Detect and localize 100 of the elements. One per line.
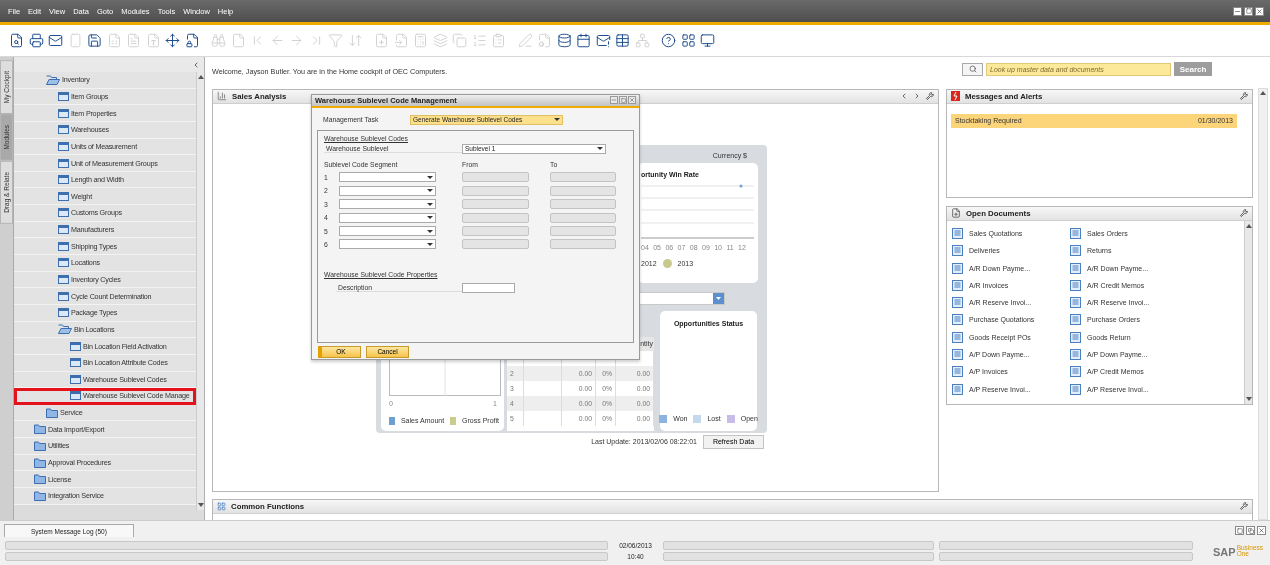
wrench-icon[interactable]	[1240, 209, 1248, 218]
caret-icon	[427, 175, 433, 179]
description-field[interactable]	[462, 283, 515, 294]
table-icon[interactable]	[615, 33, 631, 48]
segment-dropdown[interactable]	[339, 199, 436, 210]
document-list-icon	[952, 331, 963, 343]
next-icon[interactable]	[913, 92, 921, 101]
alert-icon	[951, 91, 960, 102]
form-icon	[70, 391, 81, 401]
document-list-icon	[1070, 227, 1081, 239]
scrollbar[interactable]	[1244, 220, 1252, 404]
restore-icon	[1245, 8, 1252, 14]
document-list-icon	[952, 262, 963, 274]
form-icon	[58, 291, 69, 301]
segment-dropdown[interactable]	[339, 185, 436, 196]
move-arrows-icon[interactable]	[165, 33, 181, 48]
mail-alert-icon[interactable]	[595, 33, 611, 48]
document-list-icon	[952, 245, 963, 257]
document-list-icon	[952, 314, 963, 326]
maximize-button[interactable]	[619, 96, 627, 105]
minimize-icon	[611, 97, 617, 104]
restore-button[interactable]	[1244, 6, 1253, 16]
document-list-icon	[952, 227, 963, 239]
document-list-icon	[952, 383, 963, 395]
document-list-icon	[1070, 349, 1081, 360]
segment-dropdown[interactable]	[339, 172, 436, 183]
document-list-icon	[1070, 262, 1081, 274]
functions-icon	[217, 501, 226, 511]
document-icon	[951, 208, 961, 219]
print-icon[interactable]	[28, 33, 44, 48]
scrollbar[interactable]	[1258, 88, 1268, 520]
monitor-icon[interactable]	[700, 33, 716, 48]
form-icon	[70, 341, 81, 351]
document-list-icon	[1070, 314, 1081, 326]
calendar-icon[interactable]	[576, 33, 592, 48]
scroll-down-icon[interactable]	[197, 503, 204, 507]
form-icon	[58, 275, 69, 284]
scroll-up-icon[interactable]	[1245, 223, 1252, 228]
wrench-icon[interactable]	[926, 92, 934, 101]
form-icon	[58, 225, 69, 235]
form-icon	[58, 91, 69, 101]
form-icon	[70, 358, 81, 368]
database-icon[interactable]	[556, 33, 572, 48]
form-icon	[58, 191, 69, 201]
maximize-button[interactable]	[1235, 526, 1244, 535]
search-icon[interactable]	[962, 62, 983, 76]
document-list-icon	[952, 366, 963, 378]
wrench-icon[interactable]	[1240, 502, 1248, 511]
file-lock-icon[interactable]	[184, 33, 200, 48]
form-icon	[58, 208, 69, 218]
mail-icon[interactable]	[48, 33, 64, 48]
close-icon	[1258, 527, 1265, 534]
preview-icon[interactable]	[9, 33, 25, 48]
document-list-icon	[1070, 297, 1081, 309]
collapse-icon[interactable]	[192, 60, 200, 69]
form-icon	[58, 141, 69, 151]
close-button[interactable]	[1257, 526, 1266, 535]
segment-dropdown[interactable]	[339, 226, 436, 237]
document-list-icon	[952, 349, 963, 360]
maximize-icon	[620, 97, 626, 103]
form-icon	[58, 108, 69, 118]
help-icon[interactable]	[661, 33, 677, 48]
segment-dropdown[interactable]	[339, 239, 436, 250]
close-icon	[629, 97, 635, 104]
scroll-down-icon[interactable]	[1245, 396, 1252, 401]
caret-icon	[554, 118, 560, 122]
form-icon	[58, 125, 69, 135]
maximize-icon	[1236, 527, 1243, 534]
segment-dropdown[interactable]	[339, 212, 436, 223]
document-list-icon	[1070, 279, 1081, 291]
document-list-icon	[1070, 331, 1081, 343]
form-icon	[58, 308, 69, 318]
document-list-icon	[1070, 366, 1081, 378]
caret-icon	[427, 216, 433, 220]
document-list-icon	[952, 297, 963, 309]
document-list-icon	[952, 279, 963, 291]
scrollbar[interactable]	[196, 72, 204, 510]
restore-button[interactable]	[1246, 526, 1255, 535]
scroll-up-icon[interactable]	[1260, 91, 1266, 95]
caret-icon	[597, 147, 603, 151]
scroll-up-icon[interactable]	[197, 75, 204, 79]
previous-icon[interactable]	[900, 92, 908, 101]
logo-text: SAP	[1213, 545, 1236, 558]
caret-icon	[427, 202, 433, 206]
caret-icon	[427, 229, 433, 233]
document-list-icon	[1070, 245, 1081, 257]
restore-icon	[1247, 527, 1254, 534]
wrench-icon[interactable]	[1240, 92, 1248, 101]
close-button[interactable]	[1255, 6, 1264, 16]
form-icon	[70, 374, 81, 384]
caret-icon	[427, 242, 433, 246]
form-icon	[58, 241, 69, 251]
form-icon	[58, 175, 69, 185]
grid-icon[interactable]	[680, 33, 696, 48]
minimize-button[interactable]	[1233, 6, 1242, 16]
form-icon	[58, 158, 69, 168]
form-icon	[58, 258, 69, 268]
close-icon	[1256, 7, 1263, 15]
document-list-icon	[1070, 383, 1081, 395]
caret-icon	[427, 189, 433, 193]
